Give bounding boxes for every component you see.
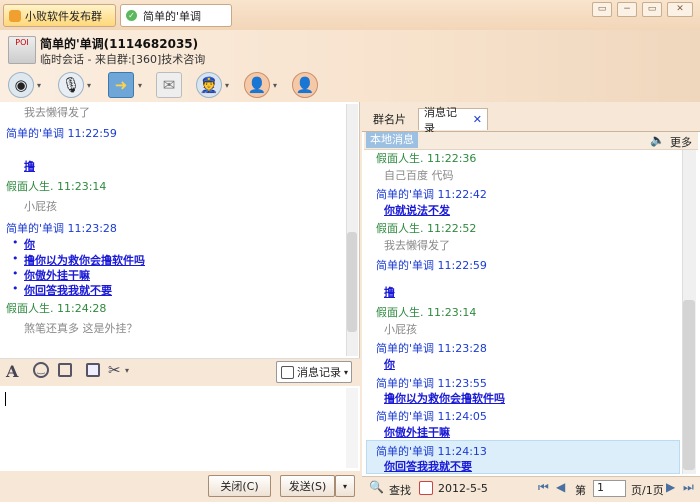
message-text: 小屁孩 bbox=[24, 200, 57, 213]
search-label[interactable]: 查找 bbox=[389, 482, 411, 498]
history-header: 假面人生. 11:22:36 bbox=[376, 152, 477, 165]
search-icon[interactable]: 🔍 bbox=[369, 480, 384, 494]
chevron-down-icon[interactable]: ▾ bbox=[273, 81, 277, 90]
message-text[interactable]: 撸 bbox=[24, 158, 35, 174]
close-icon[interactable]: ✕ bbox=[473, 113, 482, 126]
message-text[interactable]: 撸你以为救你会撸软件吗 bbox=[24, 252, 145, 268]
page-total: 页/1页 bbox=[631, 484, 664, 497]
tab-history-label: 消息记录 bbox=[424, 105, 457, 135]
edit-icon[interactable] bbox=[58, 363, 72, 377]
image-icon[interactable] bbox=[86, 363, 100, 377]
minimize-button[interactable]: − bbox=[617, 2, 637, 17]
history-text[interactable]: 撸 bbox=[384, 284, 395, 300]
history-text[interactable]: 撸你以为救你会撸软件吗 bbox=[384, 390, 505, 406]
contacts-icon[interactable]: 👤 bbox=[244, 72, 270, 98]
message-header: 简单的'单调 11:23:28 bbox=[6, 222, 117, 235]
history-header: 简单的'单调 11:22:42 bbox=[376, 188, 487, 201]
page-number-input[interactable]: 1 bbox=[593, 480, 626, 497]
tab-group-card[interactable]: 群名片 bbox=[368, 108, 411, 130]
group-admin-icon[interactable]: 👮 bbox=[196, 72, 222, 98]
chat-history[interactable]: 我去懒得发了 简单的'单调 11:22:59 撸 假面人生. 11:23:14 … bbox=[0, 102, 360, 358]
history-header: 假面人生. 11:22:52 bbox=[376, 222, 477, 235]
history-header: 假面人生. 11:23:14 bbox=[376, 306, 477, 319]
bullet: • bbox=[12, 282, 19, 295]
speaker-icon[interactable]: 🔈 bbox=[650, 133, 665, 147]
message-header: 假面人生. 11:23:14 bbox=[6, 180, 107, 193]
skin-button[interactable]: ▭ bbox=[592, 2, 612, 17]
add-contact-icon[interactable]: 👤 bbox=[292, 72, 318, 98]
message-text[interactable]: 你傲外挂干嘛 bbox=[24, 267, 90, 283]
prev-page-icon[interactable]: ◀ bbox=[556, 480, 565, 494]
last-page-icon[interactable]: ⏭ bbox=[683, 480, 694, 495]
scrollbar-thumb[interactable] bbox=[347, 232, 357, 332]
tab-message-history[interactable]: 消息记录 ✕ bbox=[418, 106, 488, 135]
message-text: 我去懒得发了 bbox=[24, 106, 90, 119]
history-text: 自己百度 代码 bbox=[384, 169, 454, 182]
history-date[interactable]: 2012-5-5 bbox=[438, 482, 488, 495]
chevron-down-icon: ▾ bbox=[344, 367, 349, 377]
history-text[interactable]: 你回答我我就不要 bbox=[384, 458, 472, 474]
emoji-icon[interactable]: ‿ bbox=[33, 362, 49, 378]
group-icon bbox=[9, 9, 21, 22]
bullet: • bbox=[12, 267, 19, 280]
more-link[interactable]: 更多 bbox=[670, 134, 692, 150]
message-text: 煞笔还真多 这是外挂？ bbox=[24, 322, 138, 335]
tab-chat-label: 简单的'单调 bbox=[143, 9, 202, 23]
send-button[interactable]: 发送(S) bbox=[280, 475, 335, 497]
history-text[interactable]: 你 bbox=[384, 356, 395, 372]
message-box-icon[interactable]: ✉ bbox=[156, 72, 182, 98]
message-input[interactable] bbox=[0, 386, 360, 471]
microphone-icon[interactable]: 🎙 bbox=[58, 72, 84, 98]
message-history-label: 消息记录 bbox=[297, 366, 341, 379]
chevron-down-icon[interactable]: ▾ bbox=[37, 81, 41, 90]
history-list[interactable]: 假面人生. 11:22:36 自己百度 代码 简单的'单调 11:22:42 你… bbox=[362, 150, 680, 474]
file-transfer-icon[interactable]: ➜ bbox=[108, 72, 134, 98]
tab-private-chat[interactable]: ✓ 简单的'单调 bbox=[120, 4, 232, 27]
chevron-down-icon[interactable]: ▾ bbox=[87, 81, 91, 90]
chevron-down-icon[interactable]: ▾ bbox=[225, 81, 229, 90]
history-text[interactable]: 你就说法不发 bbox=[384, 202, 450, 218]
scissors-icon[interactable]: ✂ bbox=[108, 361, 121, 379]
message-header: 假面人生. 11:24:28 bbox=[6, 302, 107, 315]
font-icon[interactable]: A bbox=[6, 362, 18, 381]
tab-group-chat[interactable]: 小败软件发布群 bbox=[3, 4, 116, 27]
history-text[interactable]: 你傲外挂干嘛 bbox=[384, 424, 450, 440]
history-text: 小屁孩 bbox=[384, 323, 417, 336]
message-history-button[interactable]: 消息记录 ▾ bbox=[276, 361, 352, 383]
text-cursor bbox=[5, 392, 6, 406]
online-status-icon: ✓ bbox=[126, 10, 137, 21]
chevron-down-icon[interactable]: ▾ bbox=[138, 81, 142, 90]
send-options-dropdown[interactable]: ▾ bbox=[335, 475, 355, 497]
clock-icon bbox=[281, 365, 294, 379]
avatar-text: POI bbox=[15, 38, 29, 47]
message-text[interactable]: 你 bbox=[24, 236, 35, 252]
history-text: 我去懒得发了 bbox=[384, 239, 450, 252]
history-header: 简单的'单调 11:24:05 bbox=[376, 410, 487, 423]
contact-subtitle: 临时会话 - 来自群:[360]技术咨询 bbox=[40, 53, 206, 66]
next-page-icon[interactable]: ▶ bbox=[666, 480, 675, 494]
contact-name: 简单的'单调(1114682035) bbox=[40, 37, 199, 51]
history-header: 简单的'单调 11:23:55 bbox=[376, 377, 487, 390]
history-header: 简单的'单调 11:24:13 bbox=[376, 445, 487, 458]
first-page-icon[interactable]: ⏮ bbox=[538, 480, 549, 495]
history-header: 简单的'单调 11:22:59 bbox=[376, 259, 487, 272]
chevron-down-icon[interactable]: ▾ bbox=[125, 366, 129, 375]
webcam-icon[interactable]: ◉ bbox=[8, 72, 34, 98]
close-button[interactable]: 关闭(C) bbox=[208, 475, 271, 497]
history-header: 简单的'单调 11:23:28 bbox=[376, 342, 487, 355]
local-messages-tab[interactable]: 本地消息 bbox=[366, 132, 418, 148]
calendar-icon[interactable] bbox=[419, 481, 433, 495]
input-scrollbar[interactable] bbox=[346, 388, 358, 468]
bullet: • bbox=[12, 252, 19, 265]
tab-group-label: 小败软件发布群 bbox=[25, 9, 102, 23]
avatar[interactable]: POI bbox=[8, 36, 36, 64]
scrollbar-thumb[interactable] bbox=[683, 300, 695, 470]
side-panel-tabs bbox=[362, 106, 700, 132]
bullet: • bbox=[12, 236, 19, 249]
message-header: 简单的'单调 11:22:59 bbox=[6, 127, 117, 140]
message-text[interactable]: 你回答我我就不要 bbox=[24, 282, 112, 298]
close-window-button[interactable]: ✕ bbox=[667, 2, 693, 17]
maximize-button[interactable]: ▭ bbox=[642, 2, 662, 17]
page-label: 第 bbox=[575, 484, 586, 497]
